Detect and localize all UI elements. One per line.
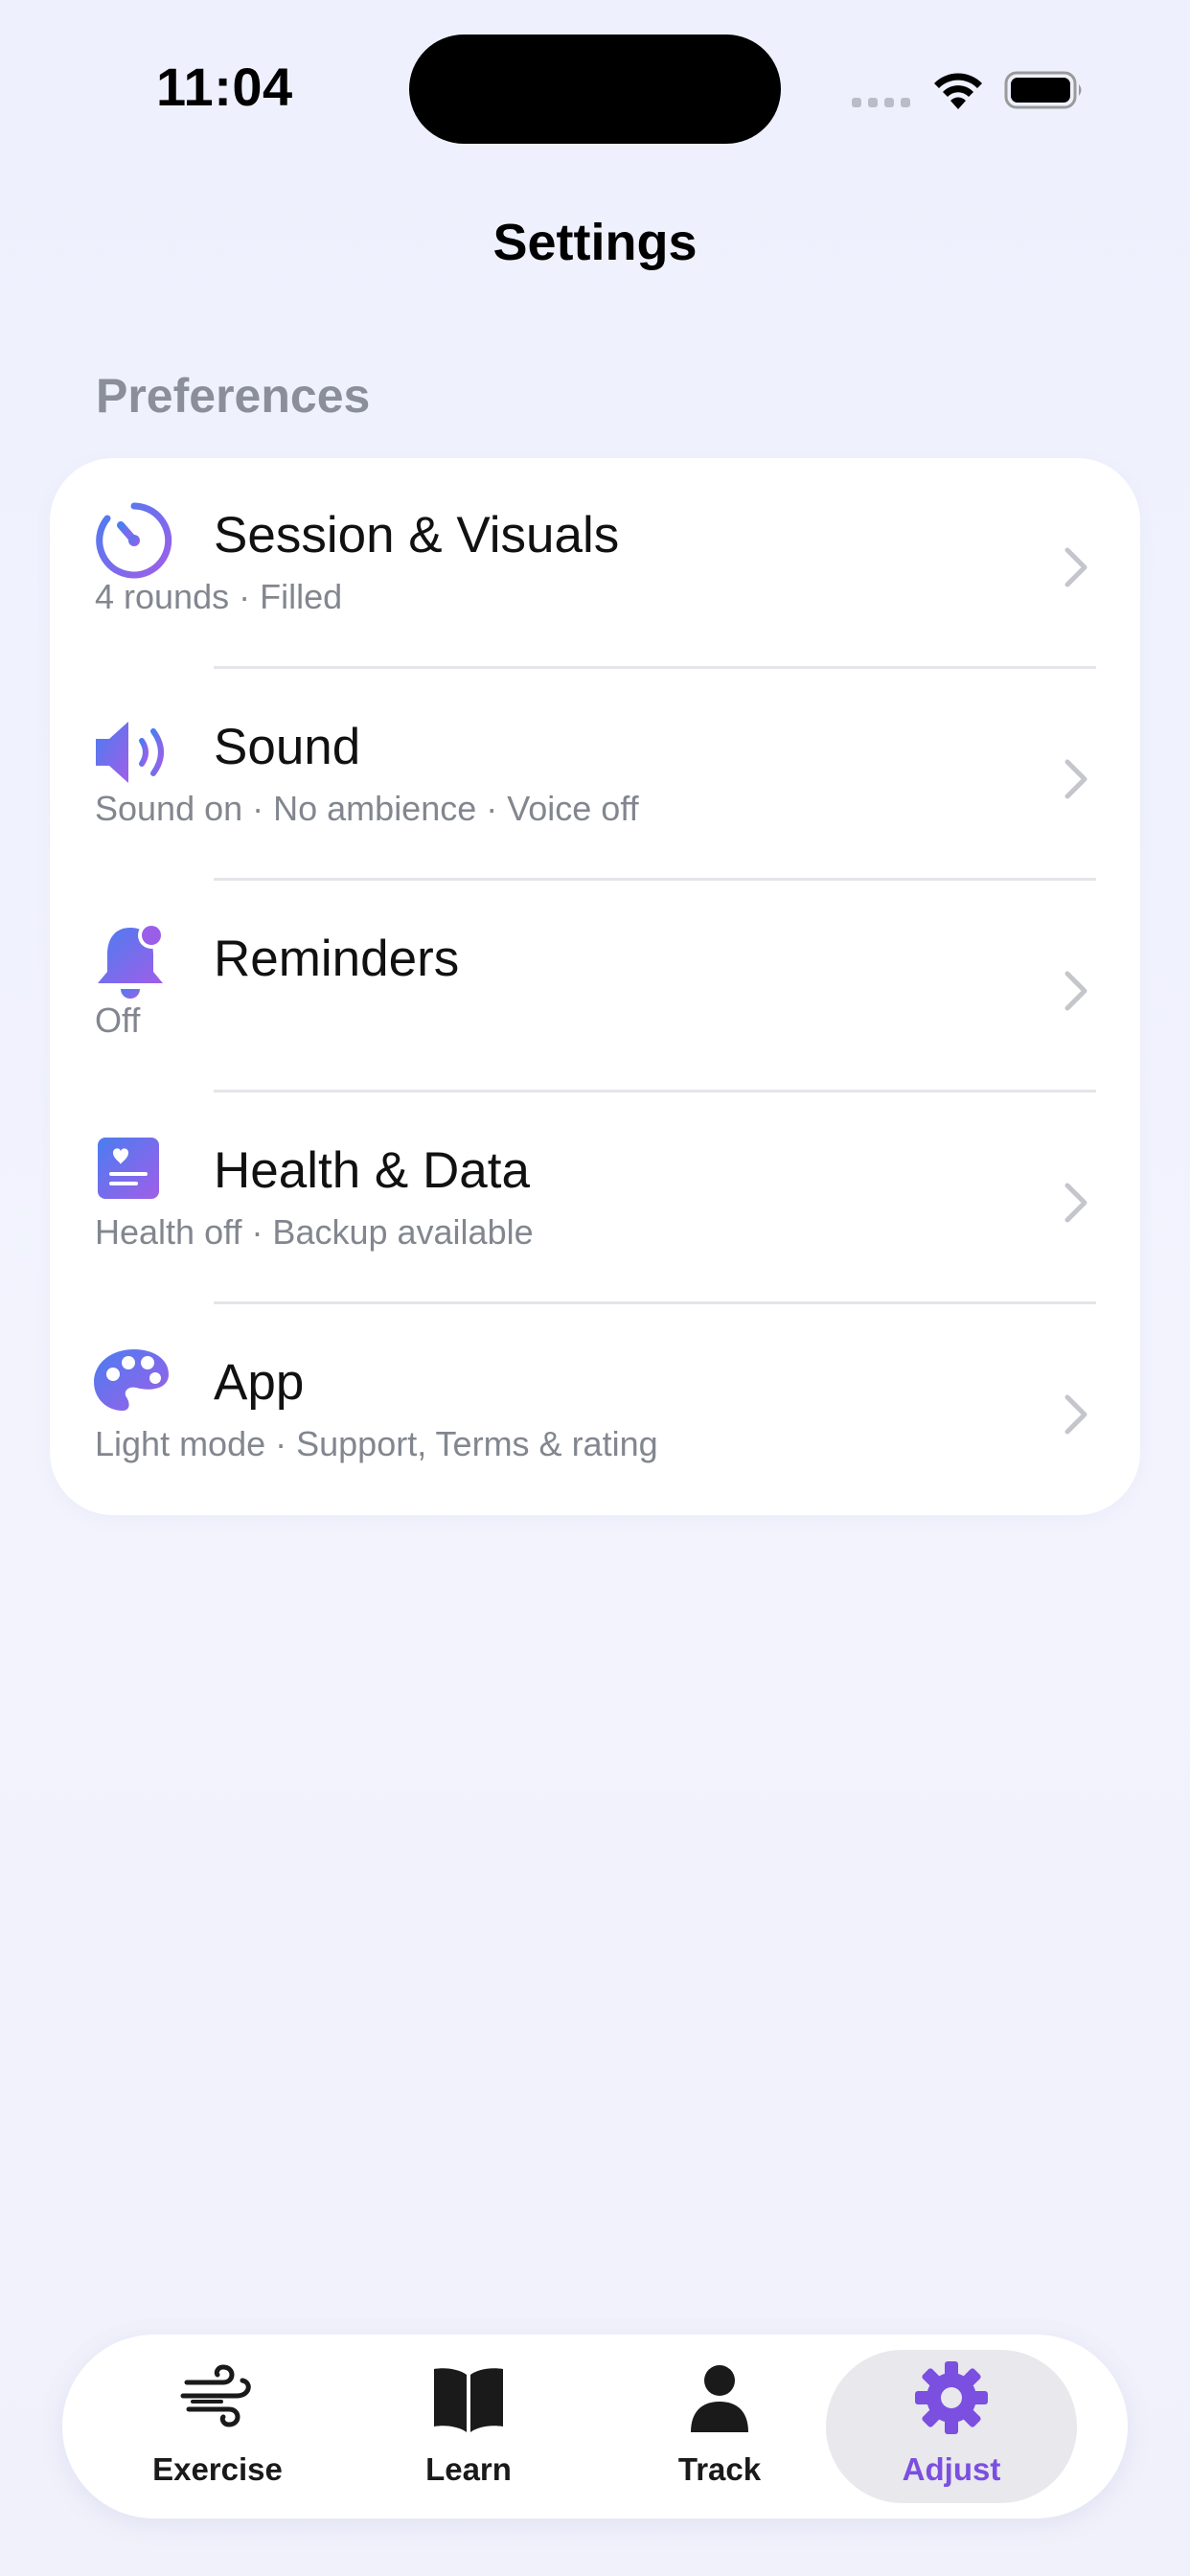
section-header-preferences: Preferences	[96, 369, 371, 423]
tab-label: Adjust	[902, 2451, 1001, 2487]
wifi-icon	[934, 73, 982, 109]
row-subtitle: Sound on · No ambience · Voice off	[95, 789, 639, 828]
row-app[interactable]: App Light mode · Support, Terms & rating	[50, 1305, 1140, 1517]
status-time: 11:04	[156, 57, 293, 117]
palette-icon	[94, 1349, 169, 1411]
row-sound[interactable]: Sound Sound on · No ambience · Voice off	[50, 670, 1140, 882]
tab-label: Track	[677, 2451, 762, 2487]
row-session-visuals[interactable]: Session & Visuals 4 rounds · Filled	[50, 458, 1140, 670]
tab-label: Learn	[425, 2451, 512, 2487]
bell-badge-icon	[98, 922, 165, 999]
speaker-icon	[96, 722, 164, 783]
wind-icon	[180, 2364, 251, 2427]
row-title: App	[214, 1354, 305, 1411]
chevron-right-icon	[1064, 1394, 1087, 1435]
battery-icon	[1004, 71, 1082, 109]
page-title: Settings	[492, 214, 698, 271]
person-icon	[691, 2365, 748, 2432]
preferences-card: Session & Visuals 4 rounds · Filled Soun…	[50, 458, 1140, 1515]
tab-exercise[interactable]: Exercise	[92, 2350, 343, 2503]
row-title: Health & Data	[214, 1142, 530, 1199]
tab-track[interactable]: Track	[594, 2350, 845, 2503]
row-reminders[interactable]: Reminders Off	[50, 882, 1140, 1093]
row-subtitle: Light mode · Support, Terms & rating	[95, 1424, 658, 1463]
timer-icon	[96, 502, 172, 579]
row-divider	[214, 1090, 1096, 1092]
row-divider	[214, 1301, 1096, 1304]
row-subtitle: 4 rounds · Filled	[95, 577, 343, 616]
dynamic-island	[409, 34, 781, 144]
gear-icon	[915, 2361, 988, 2434]
health-data-icon	[98, 1138, 159, 1199]
row-divider	[214, 666, 1096, 669]
book-icon	[434, 2368, 503, 2432]
row-title: Session & Visuals	[214, 507, 620, 564]
tab-label: Exercise	[152, 2451, 283, 2487]
chevron-right-icon	[1064, 1183, 1087, 1223]
chevron-right-icon	[1064, 759, 1087, 799]
row-health-data[interactable]: Health & Data Health off · Backup availa…	[50, 1093, 1140, 1305]
chevron-right-icon	[1064, 971, 1087, 1011]
tab-learn[interactable]: Learn	[343, 2350, 594, 2503]
row-divider	[214, 878, 1096, 881]
row-subtitle: Health off · Backup available	[95, 1212, 534, 1252]
row-subtitle: Off	[95, 1000, 141, 1040]
row-title: Reminders	[214, 931, 460, 987]
row-title: Sound	[214, 719, 361, 775]
tab-bar: Exercise Learn Track Adjust	[62, 2334, 1128, 2518]
tab-adjust[interactable]: Adjust	[826, 2350, 1077, 2503]
cellular-signal-icon	[852, 98, 910, 107]
chevron-right-icon	[1064, 547, 1087, 587]
